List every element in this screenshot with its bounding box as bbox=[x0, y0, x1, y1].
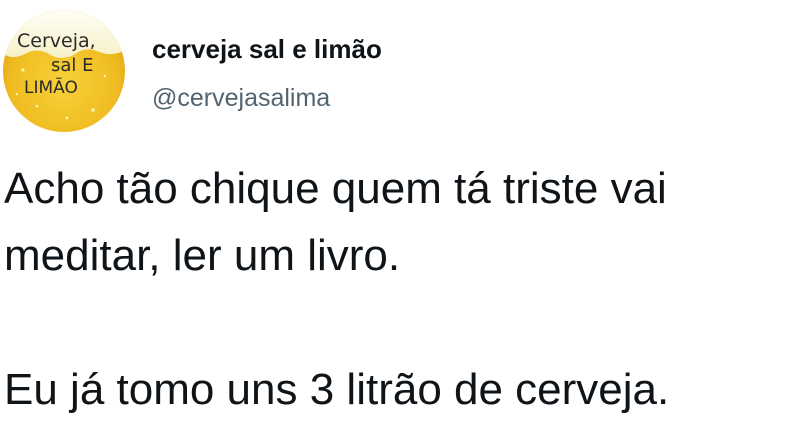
avatar-logo-text: Cerveja, sal E LIMÃO bbox=[3, 10, 125, 132]
avatar-logo-line: Cerveja, bbox=[17, 30, 96, 52]
avatar[interactable]: Cerveja, sal E LIMÃO bbox=[3, 10, 125, 132]
tweet-card: Cerveja, sal E LIMÃO cerveja sal e limão… bbox=[0, 0, 803, 420]
tweet-text: Acho tão chique quem tá triste vai medit… bbox=[4, 155, 799, 423]
tweet-text-line: Eu já tomo uns 3 litrão de cerveja. bbox=[4, 365, 670, 414]
display-name[interactable]: cerveja sal e limão bbox=[152, 34, 382, 65]
avatar-logo-line: LIMÃO bbox=[24, 78, 78, 98]
tweet-text-line: meditar, ler um livro. bbox=[4, 231, 401, 280]
user-handle[interactable]: @cervejasalima bbox=[152, 84, 330, 113]
avatar-logo-line: sal E bbox=[51, 55, 94, 76]
tweet-text-line: Acho tão chique quem tá triste vai bbox=[4, 164, 667, 213]
